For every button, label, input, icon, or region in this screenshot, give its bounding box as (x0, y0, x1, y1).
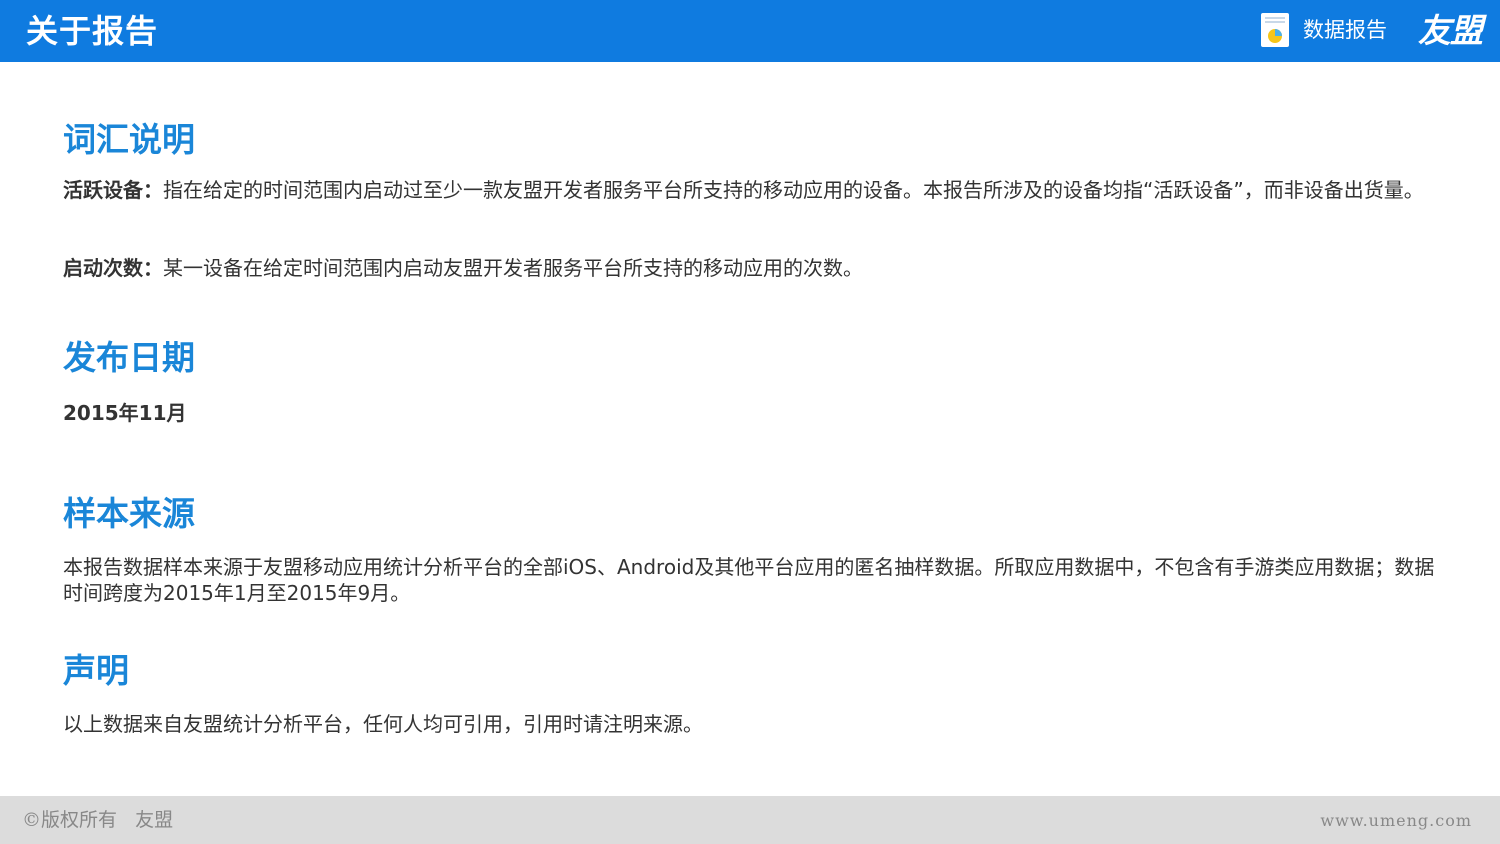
header-bar: 关于报告 数据报告 友盟 (0, 0, 1500, 62)
disclaimer-title: 声明 (63, 651, 129, 690)
data-report-label: 数据报告 (1303, 18, 1387, 42)
umeng-logo: 友盟 (1418, 11, 1483, 50)
website-url[interactable]: www.umeng.com (1320, 810, 1472, 832)
glossary-definition: 指在给定的时间范围内启动过至少一款友盟开发者服务平台所支持的移动应用的设备。本报… (163, 178, 1424, 202)
page-title: 关于报告 (26, 12, 159, 50)
glossary-definition: 某一设备在给定时间范围内启动友盟开发者服务平台所支持的移动应用的次数。 (163, 256, 863, 280)
disclaimer-text: 以上数据来自友盟统计分析平台，任何人均可引用，引用时请注明来源。 (63, 712, 703, 736)
glossary-title: 词汇说明 (63, 120, 195, 159)
sample-source-text: 本报告数据样本来源于友盟移动应用统计分析平台的全部iOS、Android及其他平… (63, 555, 1435, 605)
glossary-item-launches: 启动次数：某一设备在给定时间范围内启动友盟开发者服务平台所支持的移动应用的次数。 (63, 255, 1438, 281)
release-date-value: 2015年11月 (63, 401, 187, 425)
footer-bar: ©版权所有 友盟 www.umeng.com (0, 796, 1500, 844)
glossary-item-active-devices: 活跃设备：指在给定的时间范围内启动过至少一款友盟开发者服务平台所支持的移动应用的… (63, 177, 1438, 203)
glossary-term: 启动次数： (63, 256, 163, 280)
copyright-text: ©版权所有 友盟 (22, 809, 174, 831)
release-date-title: 发布日期 (63, 338, 195, 377)
report-document-icon (1261, 13, 1289, 47)
sample-source-title: 样本来源 (63, 494, 195, 533)
glossary-term: 活跃设备： (63, 178, 163, 202)
